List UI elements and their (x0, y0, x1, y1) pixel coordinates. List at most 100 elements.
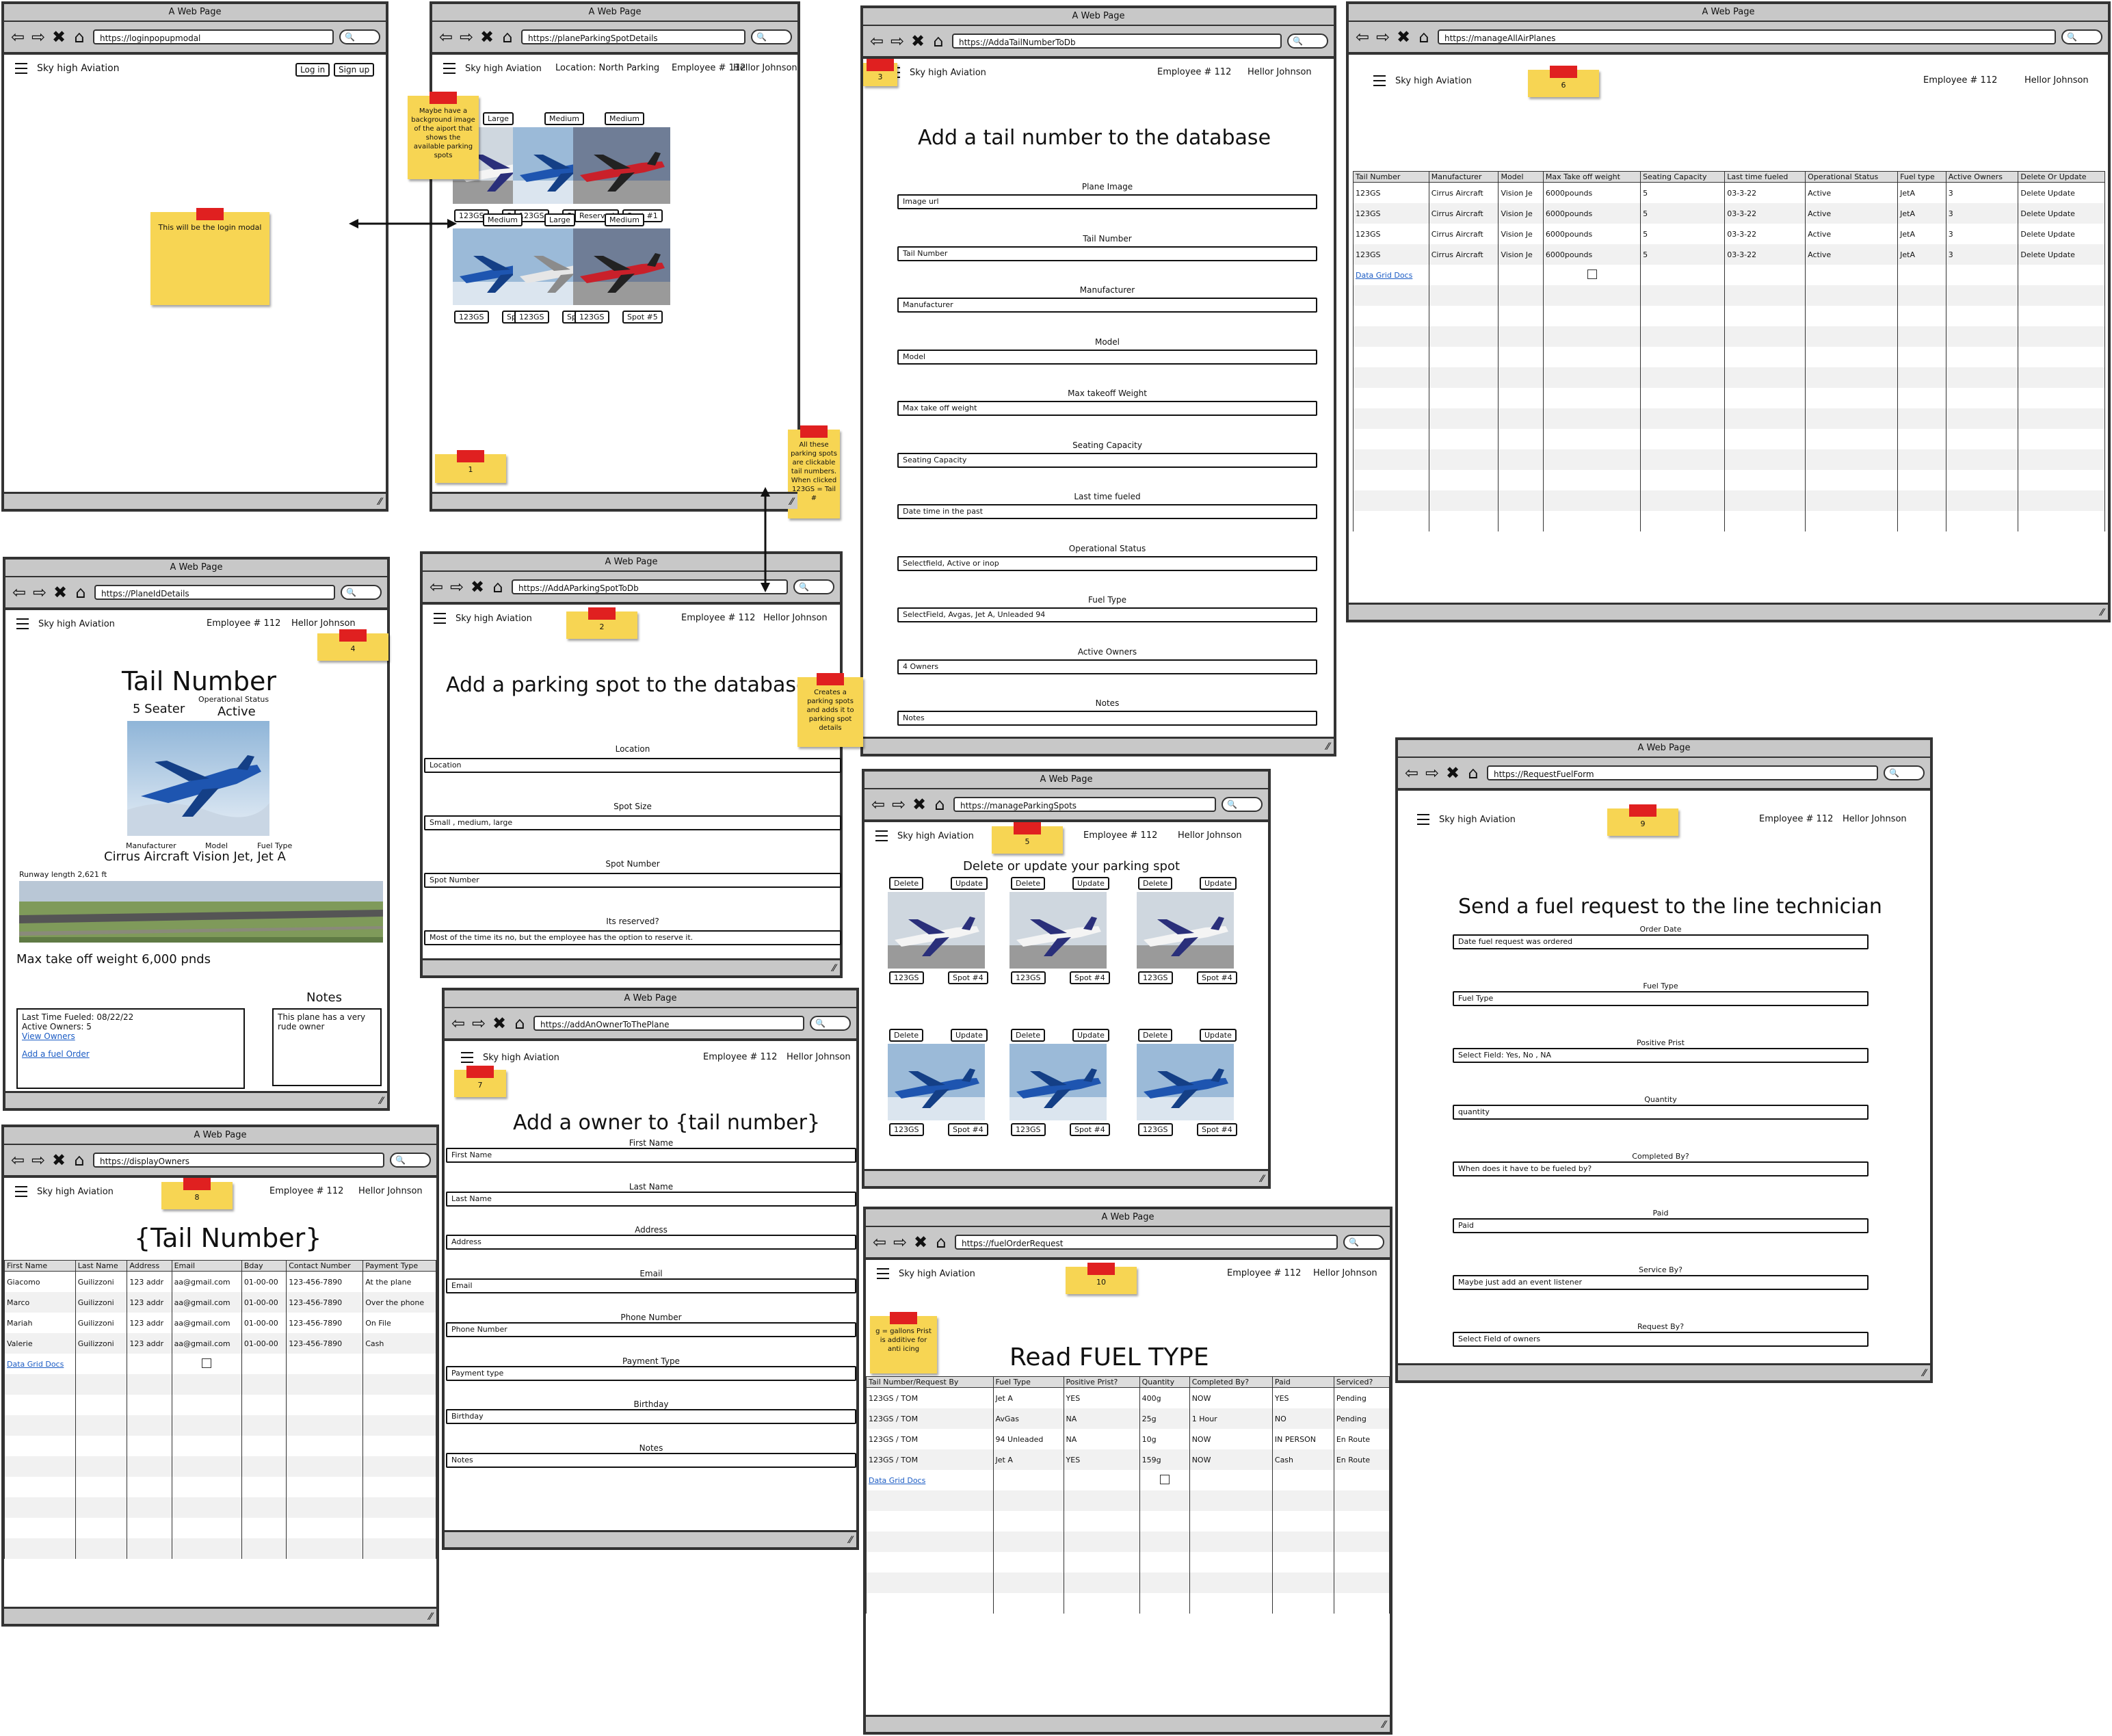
forward-icon[interactable]: ⇨ (31, 584, 48, 601)
delete-button[interactable]: Delete (1138, 1029, 1173, 1042)
table-row[interactable]: 123GS / TOM AvGas NA 25g 1 Hour NO Pending (866, 1408, 1390, 1429)
forward-icon[interactable]: ⇨ (449, 579, 465, 595)
parking-spot-image[interactable] (1137, 892, 1234, 969)
column-header[interactable]: Serviced? (1333, 1376, 1390, 1388)
back-icon[interactable]: ⇦ (10, 29, 26, 45)
url-bar[interactable]: https://addAnOwnerToThePlane (533, 1016, 804, 1031)
input-field[interactable]: Tail Number (897, 246, 1317, 261)
delete-button[interactable]: Delete (1011, 1029, 1046, 1042)
column-header[interactable]: Manufacturer (1428, 171, 1499, 183)
hamburger-icon[interactable] (15, 1186, 27, 1197)
column-header[interactable]: Bday (241, 1260, 287, 1272)
forward-icon[interactable]: ⇨ (458, 29, 475, 45)
resize-grip-icon[interactable]: ⁄⁄ (380, 1096, 383, 1107)
close-icon[interactable]: ✖ (479, 29, 495, 45)
input-field[interactable]: Image url (897, 194, 1317, 209)
column-header[interactable]: Paid (1271, 1376, 1334, 1388)
url-bar[interactable]: https://manageAllAirPlanes (1438, 29, 2056, 44)
delete-button[interactable]: Delete (889, 877, 924, 890)
url-bar[interactable]: https://displayOwners (93, 1153, 384, 1168)
forward-icon[interactable]: ⇨ (892, 1234, 908, 1250)
input-field[interactable]: Location (424, 758, 841, 773)
tail-number-button[interactable]: 123GS (889, 971, 924, 984)
table-row[interactable]: 123GS Cirrus Aircraft Vision Je 6000pounds 5… (1353, 224, 2105, 244)
hamburger-icon[interactable] (434, 613, 446, 624)
input-field[interactable]: Notes (897, 711, 1317, 726)
forward-icon[interactable]: ⇨ (1375, 29, 1391, 45)
forward-icon[interactable]: ⇨ (30, 1152, 47, 1168)
view-owners-link[interactable]: View Owners (22, 1031, 239, 1041)
tail-number-button[interactable]: 123GS (1011, 1123, 1046, 1136)
parking-spot-image[interactable] (1009, 1044, 1107, 1120)
back-icon[interactable]: ⇦ (1403, 765, 1420, 781)
close-icon[interactable]: ✖ (51, 29, 67, 45)
update-button[interactable]: Update (1200, 877, 1237, 890)
back-icon[interactable]: ⇦ (870, 796, 886, 813)
tail-number-button[interactable]: 123GS (889, 1123, 924, 1136)
parking-spot-image[interactable] (573, 228, 670, 305)
input-field[interactable]: Phone Number (446, 1321, 856, 1337)
back-icon[interactable]: ⇦ (871, 1234, 888, 1250)
input-field[interactable]: First Name (446, 1148, 856, 1163)
forward-icon[interactable]: ⇨ (889, 33, 906, 49)
input-field[interactable]: quantity (1453, 1105, 1869, 1120)
table-row[interactable]: 123GS / TOM Jet A YES 159g NOW Cash En Route (866, 1449, 1390, 1470)
column-header[interactable]: Active Owners (1945, 171, 2019, 183)
resize-grip-icon[interactable]: ⁄⁄ (832, 963, 836, 974)
tail-number-button[interactable]: 123GS (454, 311, 489, 324)
close-icon[interactable]: ✖ (911, 796, 927, 813)
update-button[interactable]: Update (1072, 1029, 1109, 1042)
forward-icon[interactable]: ⇨ (471, 1015, 487, 1031)
tail-number-button[interactable]: 123GS (1138, 971, 1173, 984)
home-icon[interactable]: ⌂ (490, 579, 506, 595)
url-bar[interactable]: https://loginpopupmodal (93, 29, 334, 44)
data-grid-docs-link[interactable]: Data Grid Docs (869, 1476, 925, 1485)
checkbox[interactable] (1159, 1474, 1170, 1484)
back-icon[interactable]: ⇦ (869, 33, 885, 49)
parking-spot-image[interactable] (573, 127, 670, 204)
search-icon[interactable]: 🔍 (1884, 765, 1925, 780)
back-icon[interactable]: ⇦ (438, 29, 454, 45)
input-field[interactable]: When does it have to be fueled by? (1453, 1161, 1869, 1176)
resize-grip-icon[interactable]: ⁄⁄ (1382, 1720, 1386, 1731)
column-header[interactable]: Last time fueled (1724, 171, 1806, 183)
input-field[interactable]: Max take off weight (897, 401, 1317, 416)
close-icon[interactable]: ✖ (910, 33, 926, 49)
search-icon[interactable]: 🔍 (339, 29, 380, 44)
back-icon[interactable]: ⇦ (428, 579, 445, 595)
url-bar[interactable]: https://manageParkingSpots (953, 797, 1216, 812)
close-icon[interactable]: ✖ (912, 1234, 929, 1250)
column-header[interactable]: Last Name (75, 1260, 128, 1272)
back-icon[interactable]: ⇦ (11, 584, 27, 601)
table-row[interactable]: Mariah Guilizzoni 123 addr aa@gmail.com 01-0… (4, 1313, 436, 1333)
close-icon[interactable]: ✖ (491, 1015, 507, 1031)
column-header[interactable]: First Name (4, 1260, 76, 1272)
resize-grip-icon[interactable]: ⁄⁄ (1326, 741, 1330, 752)
hamburger-icon[interactable] (875, 830, 888, 841)
input-field[interactable]: Seating Capacity (897, 452, 1317, 468)
column-header[interactable]: Delete Or Update (2018, 171, 2105, 183)
login-button[interactable]: Log in (295, 63, 330, 77)
resize-grip-icon[interactable]: ⁄⁄ (790, 497, 793, 508)
tail-number-button[interactable]: 123GS (1138, 1123, 1173, 1136)
column-header[interactable]: Address (127, 1260, 172, 1272)
close-icon[interactable]: ✖ (1395, 29, 1412, 45)
resize-grip-icon[interactable]: ⁄⁄ (1923, 1368, 1926, 1379)
url-bar[interactable]: https://planeParkingSpotDetails (521, 29, 745, 44)
table-row[interactable]: Giacomo Guilizzoni 123 addr aa@gmail.com 01-… (4, 1271, 436, 1292)
home-icon[interactable]: ⌂ (71, 1152, 88, 1168)
table-row[interactable]: Valerie Guilizzoni 123 addr aa@gmail.com 01-… (4, 1333, 436, 1354)
url-bar[interactable]: https://RequestFuelForm (1487, 765, 1878, 780)
data-grid-docs-link[interactable]: Data Grid Docs (7, 1360, 64, 1369)
home-icon[interactable]: ⌂ (71, 29, 88, 45)
column-header[interactable]: Tail Number (1353, 171, 1429, 183)
input-field[interactable]: Address (446, 1235, 856, 1250)
resize-grip-icon[interactable]: ⁄⁄ (1260, 1174, 1264, 1185)
data-grid-docs-link[interactable]: Data Grid Docs (1356, 271, 1412, 280)
back-icon[interactable]: ⇦ (1354, 29, 1371, 45)
column-header[interactable]: Quantity (1139, 1376, 1190, 1388)
search-icon[interactable]: 🔍 (810, 1016, 851, 1031)
input-field[interactable]: 4 Owners (897, 659, 1317, 674)
update-button[interactable]: Update (951, 877, 988, 890)
update-button[interactable]: Update (1072, 877, 1109, 890)
